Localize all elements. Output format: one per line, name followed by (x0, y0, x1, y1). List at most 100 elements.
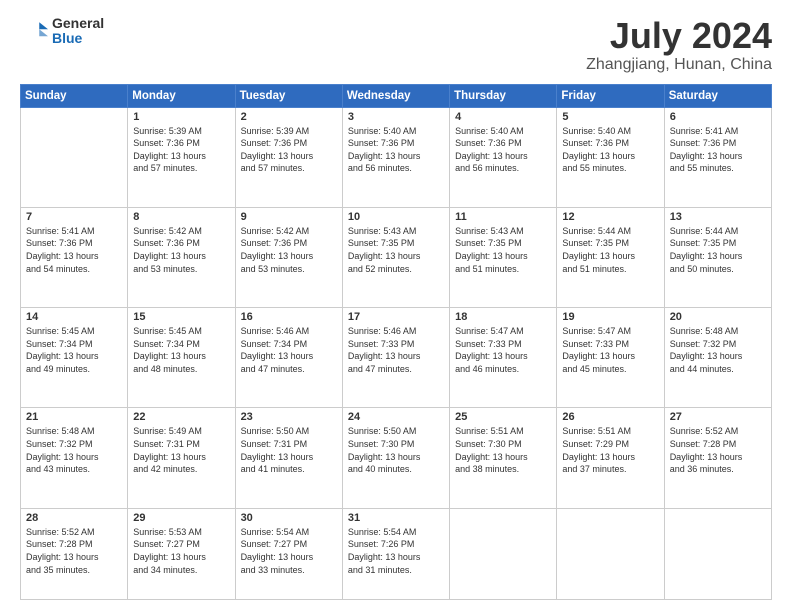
day-info: Sunrise: 5:44 AM Sunset: 7:35 PM Dayligh… (562, 225, 658, 275)
day-number: 13 (670, 211, 766, 223)
calendar-cell: 21 Sunrise: 5:48 AM Sunset: 7:32 PM Dayli… (21, 408, 128, 508)
calendar-cell: 13 Sunrise: 5:44 AM Sunset: 7:35 PM Dayli… (664, 207, 771, 307)
day-info: Sunrise: 5:40 AM Sunset: 7:36 PM Dayligh… (455, 125, 551, 175)
col-header-wednesday: Wednesday (342, 84, 449, 107)
day-info: Sunrise: 5:54 AM Sunset: 7:27 PM Dayligh… (241, 526, 337, 576)
day-number: 18 (455, 311, 551, 323)
day-info: Sunrise: 5:51 AM Sunset: 7:29 PM Dayligh… (562, 425, 658, 475)
col-header-saturday: Saturday (664, 84, 771, 107)
calendar-cell: 8 Sunrise: 5:42 AM Sunset: 7:36 PM Daylig… (128, 207, 235, 307)
day-info: Sunrise: 5:45 AM Sunset: 7:34 PM Dayligh… (133, 325, 229, 375)
day-number: 16 (241, 311, 337, 323)
day-number: 31 (348, 512, 444, 524)
day-info: Sunrise: 5:46 AM Sunset: 7:33 PM Dayligh… (348, 325, 444, 375)
day-info: Sunrise: 5:48 AM Sunset: 7:32 PM Dayligh… (26, 425, 122, 475)
calendar-week-row: 7 Sunrise: 5:41 AM Sunset: 7:36 PM Daylig… (21, 207, 772, 307)
day-number: 4 (455, 111, 551, 123)
calendar-week-row: 21 Sunrise: 5:48 AM Sunset: 7:32 PM Dayli… (21, 408, 772, 508)
col-header-monday: Monday (128, 84, 235, 107)
day-info: Sunrise: 5:47 AM Sunset: 7:33 PM Dayligh… (562, 325, 658, 375)
day-number: 27 (670, 411, 766, 423)
page: General Blue July 2024 Zhangjiang, Hunan… (0, 0, 792, 612)
calendar-cell: 15 Sunrise: 5:45 AM Sunset: 7:34 PM Dayli… (128, 308, 235, 408)
calendar-cell: 16 Sunrise: 5:46 AM Sunset: 7:34 PM Dayli… (235, 308, 342, 408)
calendar-cell: 23Sunrise: 5:50 AM Sunset: 7:31 PM Dayli… (235, 408, 342, 508)
calendar-cell: 9Sunrise: 5:42 AM Sunset: 7:36 PM Daylig… (235, 207, 342, 307)
day-number: 3 (348, 111, 444, 123)
day-number: 6 (670, 111, 766, 123)
calendar-cell: 26 Sunrise: 5:51 AM Sunset: 7:29 PM Dayli… (557, 408, 664, 508)
calendar-cell: 17 Sunrise: 5:46 AM Sunset: 7:33 PM Dayli… (342, 308, 449, 408)
day-number: 30 (241, 512, 337, 524)
day-info: Sunrise: 5:42 AM Sunset: 7:36 PM Dayligh… (241, 225, 337, 275)
day-info: Sunrise: 5:41 AM Sunset: 7:36 PM Dayligh… (670, 125, 766, 175)
calendar-cell (664, 508, 771, 599)
calendar-cell: 1Sunrise: 5:39 AM Sunset: 7:36 PM Daylig… (128, 107, 235, 207)
calendar-cell: 29Sunrise: 5:53 AM Sunset: 7:27 PM Dayli… (128, 508, 235, 599)
day-info: Sunrise: 5:50 AM Sunset: 7:30 PM Dayligh… (348, 425, 444, 475)
calendar-cell: 22Sunrise: 5:49 AM Sunset: 7:31 PM Dayli… (128, 408, 235, 508)
day-number: 24 (348, 411, 444, 423)
col-header-tuesday: Tuesday (235, 84, 342, 107)
day-number: 19 (562, 311, 658, 323)
day-info: Sunrise: 5:49 AM Sunset: 7:31 PM Dayligh… (133, 425, 229, 475)
day-info: Sunrise: 5:45 AM Sunset: 7:34 PM Dayligh… (26, 325, 122, 375)
day-info: Sunrise: 5:40 AM Sunset: 7:36 PM Dayligh… (348, 125, 444, 175)
calendar-cell: 12Sunrise: 5:44 AM Sunset: 7:35 PM Dayli… (557, 207, 664, 307)
day-info: Sunrise: 5:46 AM Sunset: 7:34 PM Dayligh… (241, 325, 337, 375)
calendar-cell: 4 Sunrise: 5:40 AM Sunset: 7:36 PM Daylig… (450, 107, 557, 207)
logo-icon (20, 17, 48, 45)
col-header-thursday: Thursday (450, 84, 557, 107)
calendar-cell: 7 Sunrise: 5:41 AM Sunset: 7:36 PM Daylig… (21, 207, 128, 307)
calendar-cell: 30 Sunrise: 5:54 AM Sunset: 7:27 PM Dayli… (235, 508, 342, 599)
calendar-cell (21, 107, 128, 207)
calendar-cell: 31Sunrise: 5:54 AM Sunset: 7:26 PM Dayli… (342, 508, 449, 599)
day-number: 2 (241, 111, 337, 123)
day-info: Sunrise: 5:48 AM Sunset: 7:32 PM Dayligh… (670, 325, 766, 375)
logo-text: General Blue (52, 16, 104, 47)
day-number: 17 (348, 311, 444, 323)
day-number: 1 (133, 111, 229, 123)
calendar-cell (450, 508, 557, 599)
day-number: 10 (348, 211, 444, 223)
day-number: 7 (26, 211, 122, 223)
day-number: 15 (133, 311, 229, 323)
day-info: Sunrise: 5:52 AM Sunset: 7:28 PM Dayligh… (26, 526, 122, 576)
day-number: 11 (455, 211, 551, 223)
title-location: Zhangjiang, Hunan, China (586, 56, 772, 74)
day-info: Sunrise: 5:39 AM Sunset: 7:36 PM Dayligh… (241, 125, 337, 175)
day-number: 14 (26, 311, 122, 323)
day-number: 23 (241, 411, 337, 423)
day-number: 26 (562, 411, 658, 423)
calendar-cell: 18Sunrise: 5:47 AM Sunset: 7:33 PM Dayli… (450, 308, 557, 408)
calendar-cell: 24 Sunrise: 5:50 AM Sunset: 7:30 PM Dayli… (342, 408, 449, 508)
title-block: July 2024 Zhangjiang, Hunan, China (586, 16, 772, 74)
day-number: 28 (26, 512, 122, 524)
day-info: Sunrise: 5:44 AM Sunset: 7:35 PM Dayligh… (670, 225, 766, 275)
calendar-cell: 20 Sunrise: 5:48 AM Sunset: 7:32 PM Dayli… (664, 308, 771, 408)
day-number: 8 (133, 211, 229, 223)
calendar-cell: 27 Sunrise: 5:52 AM Sunset: 7:28 PM Dayli… (664, 408, 771, 508)
calendar-cell: 5Sunrise: 5:40 AM Sunset: 7:36 PM Daylig… (557, 107, 664, 207)
calendar-cell: 10Sunrise: 5:43 AM Sunset: 7:35 PM Dayli… (342, 207, 449, 307)
logo: General Blue (20, 16, 104, 47)
day-info: Sunrise: 5:41 AM Sunset: 7:36 PM Dayligh… (26, 225, 122, 275)
day-info: Sunrise: 5:42 AM Sunset: 7:36 PM Dayligh… (133, 225, 229, 275)
calendar-cell: 19 Sunrise: 5:47 AM Sunset: 7:33 PM Dayli… (557, 308, 664, 408)
day-number: 21 (26, 411, 122, 423)
calendar-cell: 11Sunrise: 5:43 AM Sunset: 7:35 PM Dayli… (450, 207, 557, 307)
calendar-cell (557, 508, 664, 599)
day-number: 5 (562, 111, 658, 123)
logo-blue-text: Blue (52, 31, 104, 46)
title-month: July 2024 (586, 16, 772, 56)
day-number: 20 (670, 311, 766, 323)
col-header-friday: Friday (557, 84, 664, 107)
calendar-cell: 6 Sunrise: 5:41 AM Sunset: 7:36 PM Daylig… (664, 107, 771, 207)
day-number: 29 (133, 512, 229, 524)
calendar-table: SundayMondayTuesdayWednesdayThursdayFrid… (20, 84, 772, 600)
calendar-week-row: 14 Sunrise: 5:45 AM Sunset: 7:34 PM Dayli… (21, 308, 772, 408)
calendar-cell: 25Sunrise: 5:51 AM Sunset: 7:30 PM Dayli… (450, 408, 557, 508)
calendar-week-row: 28 Sunrise: 5:52 AM Sunset: 7:28 PM Dayli… (21, 508, 772, 599)
day-info: Sunrise: 5:51 AM Sunset: 7:30 PM Dayligh… (455, 425, 551, 475)
day-info: Sunrise: 5:52 AM Sunset: 7:28 PM Dayligh… (670, 425, 766, 475)
